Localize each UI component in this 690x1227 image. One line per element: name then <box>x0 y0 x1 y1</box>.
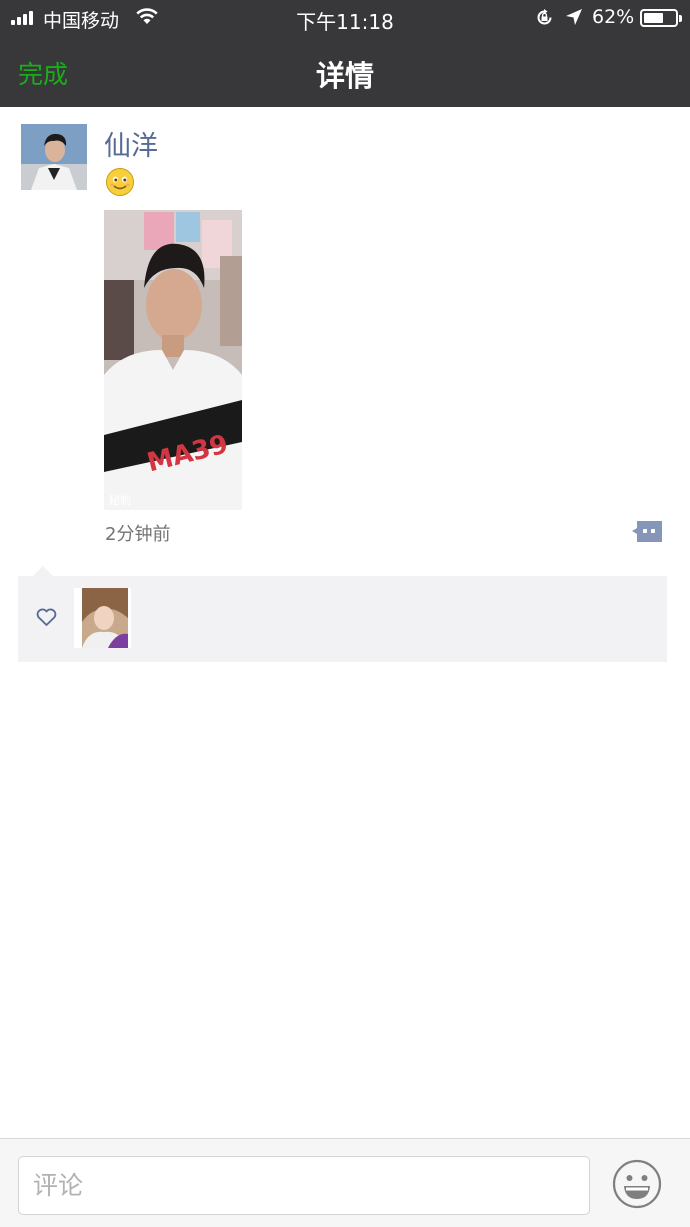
author-name[interactable]: 仙洋 <box>104 124 158 163</box>
author-avatar[interactable] <box>21 124 87 190</box>
location-arrow-icon <box>566 9 582 25</box>
battery-level <box>644 13 663 23</box>
comment-input[interactable] <box>18 1156 590 1215</box>
heart-icon <box>36 608 57 626</box>
orientation-lock-icon <box>537 9 552 25</box>
emoji-face-icon[interactable] <box>612 1159 662 1209</box>
like-area-pointer <box>33 566 53 576</box>
status-bar: 中国移动 下午11:18 62% <box>0 0 690 36</box>
status-time: 下午11:18 <box>296 10 394 34</box>
battery-icon <box>640 9 682 27</box>
likes-panel <box>18 576 667 662</box>
post-photo[interactable]: MA39 秘制 <box>104 210 242 510</box>
comment-bar <box>0 1138 690 1227</box>
smiley-emoji-icon <box>106 168 134 196</box>
battery-percentage: 62% <box>592 6 635 28</box>
liker-avatar[interactable] <box>74 588 131 648</box>
svg-text:秘制: 秘制 <box>109 493 131 507</box>
comment-bubble-icon[interactable] <box>632 520 663 543</box>
top-bar: 中国移动 下午11:18 62% 完成 详情 <box>0 0 690 107</box>
page-title: 详情 <box>315 59 374 93</box>
post-timestamp: 2分钟前 <box>105 524 171 545</box>
